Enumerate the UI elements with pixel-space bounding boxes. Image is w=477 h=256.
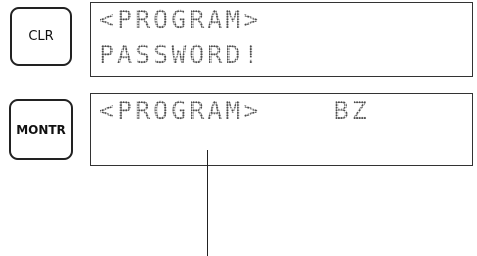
montr-key[interactable]: MONTR xyxy=(9,99,73,160)
lcd-display-program-bz: <PROGRAM> BZ xyxy=(90,93,473,166)
lcd-line-1: <PROGRAM> xyxy=(99,5,262,34)
montr-key-label: MONTR xyxy=(16,122,66,137)
clr-key-label: CLR xyxy=(28,29,54,44)
callout-pointer-line xyxy=(207,150,209,256)
lcd-line-1: <PROGRAM> BZ xyxy=(99,96,370,125)
lcd-line-2: PASSWORD! xyxy=(99,40,262,69)
clr-key[interactable]: CLR xyxy=(10,7,72,66)
lcd-display-password: <PROGRAM> PASSWORD! xyxy=(90,2,473,77)
